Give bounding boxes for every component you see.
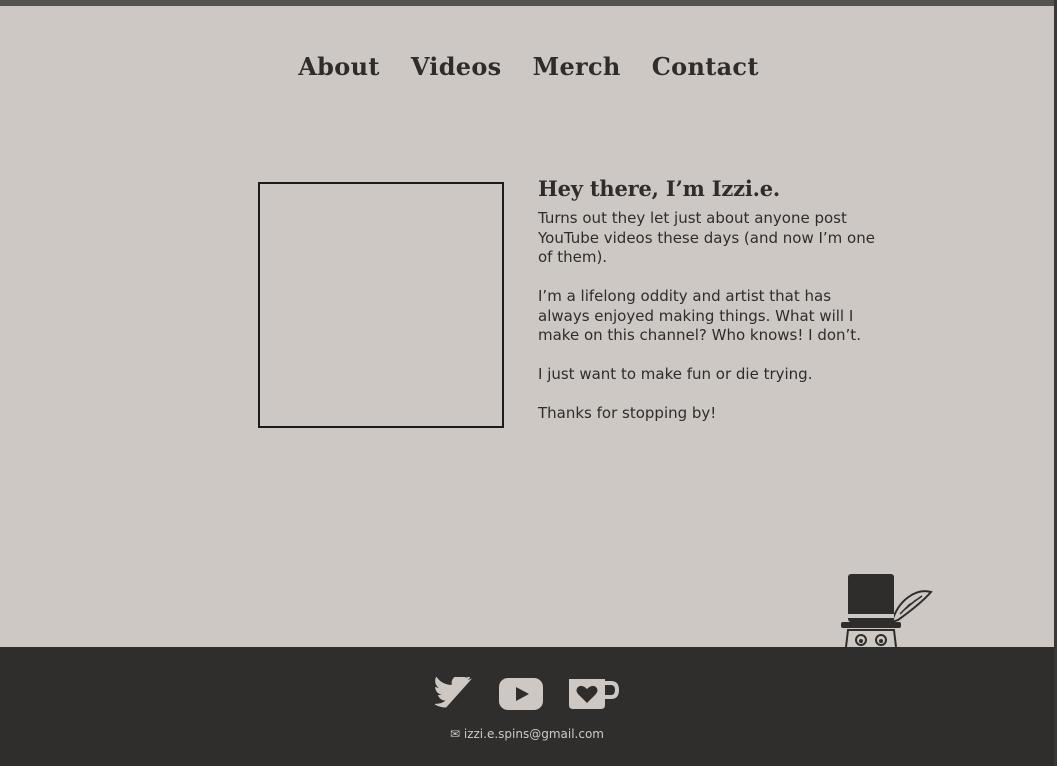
profile-image-placeholder bbox=[258, 182, 504, 428]
bio-paragraph: I just want to make fun or die trying. bbox=[538, 365, 813, 383]
nav-contact-link[interactable]: Contact bbox=[652, 52, 759, 81]
bio-heading: Hey there, I’m Izzi.e. bbox=[538, 176, 780, 201]
bio-paragraph: Turns out they let just about anyone pos… bbox=[538, 209, 875, 266]
nav-about-link[interactable]: About bbox=[298, 52, 379, 81]
window-top-border bbox=[0, 0, 1057, 6]
youtube-icon[interactable] bbox=[498, 677, 544, 715]
twitter-icon[interactable] bbox=[433, 675, 475, 715]
ko-fi-icon[interactable] bbox=[567, 677, 620, 715]
social-links bbox=[0, 675, 1054, 715]
top-hat-mascot-illustration bbox=[836, 570, 936, 651]
main-nav: About Videos Merch Contact bbox=[0, 52, 1057, 81]
bio-paragraph: I’m a lifelong oddity and artist that ha… bbox=[538, 287, 861, 344]
site-footer: ✉ izzi.e.spins@gmail.com bbox=[0, 647, 1054, 766]
bio-paragraph: Thanks for stopping by! bbox=[538, 404, 717, 422]
nav-merch-link[interactable]: Merch bbox=[533, 52, 621, 81]
nav-videos-link[interactable]: Videos bbox=[411, 52, 502, 81]
contact-email[interactable]: ✉ izzi.e.spins@gmail.com bbox=[0, 727, 1054, 741]
bio-section: Hey there, I’m Izzi.e. Turns out they le… bbox=[538, 176, 883, 443]
